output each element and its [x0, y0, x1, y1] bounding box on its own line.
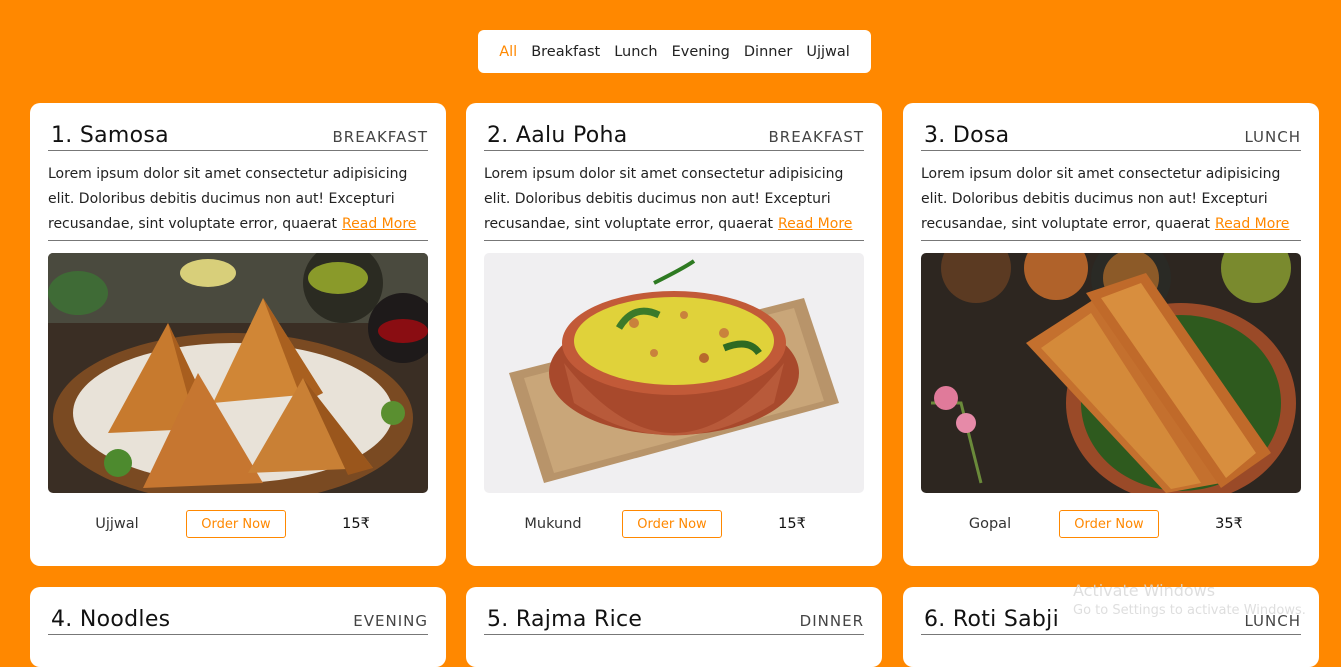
watermark-title: Activate Windows [1073, 581, 1216, 600]
menu-card-aalu-poha: 2. Aalu Poha BREAKFAST Lorem ipsum dolor… [466, 103, 882, 566]
order-now-button[interactable]: Order Now [622, 510, 722, 538]
desc-line: recusandae, sint voluptate error, quaera… [921, 216, 1211, 232]
desc-line: Lorem ipsum dolor sit amet consectetur a… [921, 166, 1281, 182]
price: 15₹ [778, 516, 806, 532]
card-title: 4. Noodles [51, 607, 171, 632]
dosa-image [921, 253, 1301, 493]
desc-line: elit. Doloribus debitis ducimus non aut!… [48, 191, 395, 207]
category-filter-bar: All Breakfast Lunch Evening Dinner Ujjwa… [478, 30, 871, 73]
menu-card-dosa: 3. Dosa LUNCH Lorem ipsum dolor sit amet… [903, 103, 1319, 566]
card-category: LUNCH [1244, 128, 1301, 146]
filter-all[interactable]: All [499, 44, 517, 60]
poha-image [484, 253, 864, 493]
card-category: EVENING [353, 612, 428, 630]
card-title: 5. Rajma Rice [487, 607, 643, 632]
card-header: 4. Noodles EVENING [48, 607, 428, 635]
card-header: 2. Aalu Poha BREAKFAST [484, 123, 864, 151]
menu-card-rajma-rice: 5. Rajma Rice DINNER [466, 587, 882, 667]
card-description: Lorem ipsum dolor sit amet consectetur a… [484, 162, 864, 241]
desc-line: elit. Doloribus debitis ducimus non aut!… [921, 191, 1268, 207]
chef-name: Ujjwal [95, 516, 139, 532]
card-footer: Ujjwal Order Now 15₹ [48, 509, 428, 539]
card-title: 2. Aalu Poha [487, 123, 628, 148]
watermark-subtitle: Go to Settings to activate Windows. [1073, 603, 1306, 618]
order-now-button[interactable]: Order Now [1059, 510, 1159, 538]
card-description: Lorem ipsum dolor sit amet consectetur a… [48, 162, 428, 241]
read-more-link[interactable]: Read More [1215, 216, 1289, 232]
desc-line: recusandae, sint voluptate error, quaera… [484, 216, 774, 232]
card-category: BREAKFAST [332, 128, 428, 146]
filter-lunch[interactable]: Lunch [614, 44, 657, 60]
filter-evening[interactable]: Evening [672, 44, 730, 60]
chef-name: Mukund [524, 516, 582, 532]
filter-dinner[interactable]: Dinner [744, 44, 792, 60]
read-more-link[interactable]: Read More [778, 216, 852, 232]
card-category: DINNER [799, 612, 864, 630]
menu-card-samosa: 1. Samosa BREAKFAST Lorem ipsum dolor si… [30, 103, 446, 566]
desc-line: elit. Doloribus debitis ducimus non aut!… [484, 191, 831, 207]
filter-breakfast[interactable]: Breakfast [531, 44, 600, 60]
card-header: 3. Dosa LUNCH [921, 123, 1301, 151]
card-footer: Gopal Order Now 35₹ [921, 509, 1301, 539]
read-more-link[interactable]: Read More [342, 216, 416, 232]
card-title: 1. Samosa [51, 123, 169, 148]
card-title: 3. Dosa [924, 123, 1010, 148]
samosa-image [48, 253, 428, 493]
menu-card-noodles: 4. Noodles EVENING [30, 587, 446, 667]
card-header: 1. Samosa BREAKFAST [48, 123, 428, 151]
activate-windows-watermark: Activate Windows Go to Settings to activ… [1073, 581, 1306, 621]
price: 35₹ [1215, 516, 1243, 532]
card-header: 5. Rajma Rice DINNER [484, 607, 864, 635]
price: 15₹ [342, 516, 370, 532]
card-title: 6. Roti Sabji [924, 607, 1060, 632]
card-footer: Mukund Order Now 15₹ [484, 509, 864, 539]
desc-line: recusandae, sint voluptate error, quaera… [48, 216, 338, 232]
card-description: Lorem ipsum dolor sit amet consectetur a… [921, 162, 1301, 241]
card-category: BREAKFAST [768, 128, 864, 146]
filter-ujjwal[interactable]: Ujjwal [806, 44, 849, 60]
order-now-button[interactable]: Order Now [186, 510, 286, 538]
desc-line: Lorem ipsum dolor sit amet consectetur a… [48, 166, 408, 182]
desc-line: Lorem ipsum dolor sit amet consectetur a… [484, 166, 844, 182]
chef-name: Gopal [968, 516, 1012, 532]
